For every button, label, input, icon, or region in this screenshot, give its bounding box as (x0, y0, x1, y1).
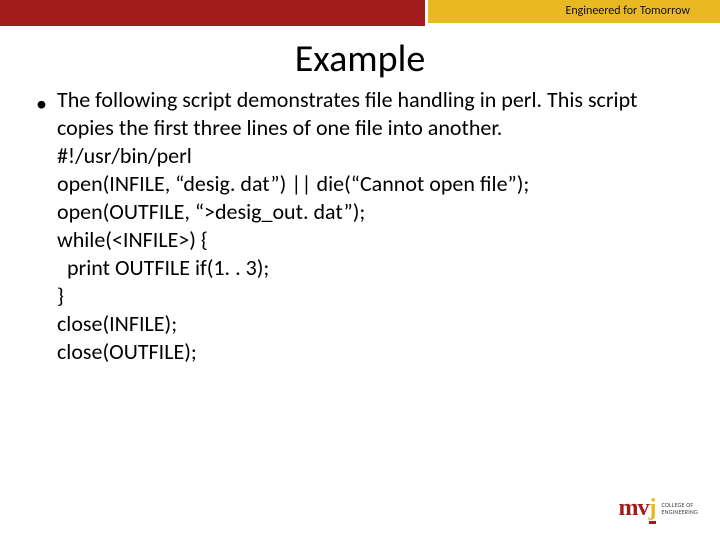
body-text: The following script demonstrates file h… (57, 86, 684, 366)
slide-body: • The following script demonstrates file… (36, 86, 684, 366)
code-line: open(OUTFILE, “>desig_out. dat”); (57, 198, 684, 226)
code-line: print OUTFILE if(1. . 3); (57, 254, 684, 282)
footer-logo: mvj COLLEGE OF ENGINEERING (619, 495, 698, 522)
logo-text: COLLEGE OF ENGINEERING (662, 502, 698, 516)
code-line: while(<INFILE>) { (57, 226, 684, 254)
code-line: } (57, 282, 684, 310)
tagline: Engineered for Tomorrow (565, 4, 690, 18)
code-line: #!/usr/bin/perl (57, 142, 684, 170)
code-line: close(OUTFILE); (57, 338, 684, 366)
intro-text: The following script demonstrates file h… (57, 86, 684, 142)
logo-mark: mvj (619, 495, 656, 522)
slide-title: Example (0, 36, 720, 82)
code-line: open(INFILE, “desig. dat”) || die(“Canno… (57, 170, 684, 198)
code-line: close(INFILE); (57, 310, 684, 338)
bullet-icon: • (36, 86, 47, 118)
